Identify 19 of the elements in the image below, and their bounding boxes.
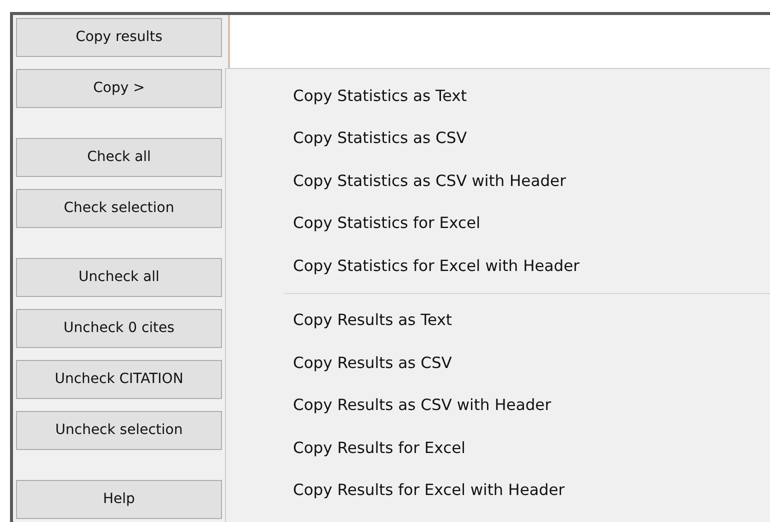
side-button[interactable]: Copy > <box>16 69 222 108</box>
side-button[interactable]: Check selection <box>16 189 222 228</box>
menu-item[interactable]: Copy Results as Text <box>293 309 452 332</box>
menu-item[interactable]: Copy Results as CSV <box>293 352 452 375</box>
side-button[interactable]: Uncheck selection <box>16 411 222 450</box>
side-button[interactable]: Uncheck all <box>16 258 222 297</box>
menu-item[interactable]: Copy Statistics for Excel <box>293 212 480 236</box>
menu-item[interactable]: Copy Results for Excel with Header <box>293 479 565 502</box>
side-button[interactable]: Uncheck CITATION <box>16 360 222 399</box>
menu-item[interactable]: Copy Statistics as CSV with Header <box>293 170 566 193</box>
side-button[interactable]: Check all <box>16 138 222 177</box>
side-button[interactable]: Uncheck 0 cites <box>16 309 222 348</box>
side-button[interactable]: Copy results <box>16 18 222 57</box>
menu-item[interactable]: Copy Results as CSV with Header <box>293 394 552 418</box>
menu-item[interactable]: Copy Results for Excel <box>293 436 466 460</box>
menu-item[interactable]: Copy Statistics for Excel with Header <box>293 254 580 278</box>
menu-item[interactable]: Copy Statistics as CSV <box>293 127 467 150</box>
side-button[interactable]: Help <box>16 480 222 519</box>
menu-item[interactable]: Copy Statistics as Text <box>293 84 467 108</box>
